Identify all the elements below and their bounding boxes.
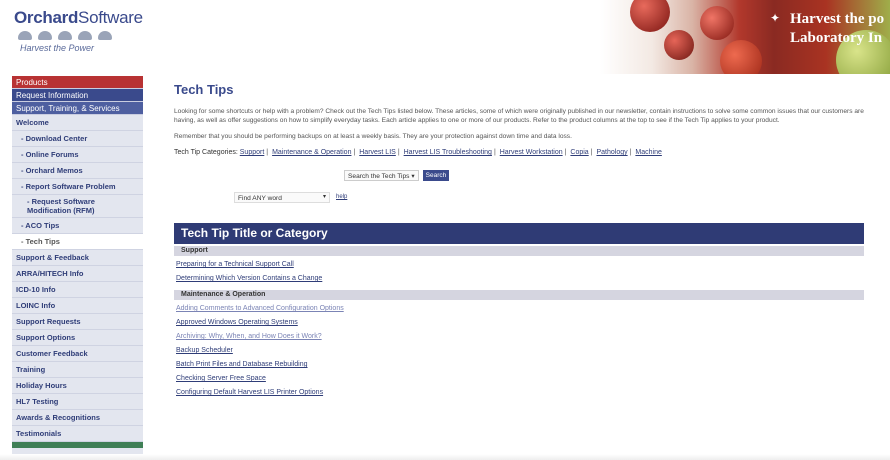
nav-support-feedback[interactable]: Support & Feedback <box>12 250 143 266</box>
search-scope-value: Search the Tech Tips <box>348 173 410 180</box>
chevron-down-icon: ▾ <box>411 173 415 180</box>
nav-request-information[interactable]: Request Information <box>12 89 143 102</box>
nav-products[interactable]: Products <box>12 76 143 89</box>
nav-awards-recognitions[interactable]: Awards & Recognitions <box>12 410 143 426</box>
nav-loinc-info[interactable]: LOINC Info <box>12 298 143 314</box>
left-navigation: Products Request Information Support, Tr… <box>12 76 143 460</box>
nav-welcome[interactable]: Welcome <box>12 115 143 131</box>
nav-partial-item <box>12 442 143 448</box>
nav-request-software-modification[interactable]: - Request Software Modification (RFM) <box>12 195 143 218</box>
nav-testimonials[interactable]: Testimonials <box>12 426 143 442</box>
banner-line-1: Harvest the po <box>790 11 885 27</box>
chevron-down-icon: ▾ <box>322 193 326 200</box>
category-link-copia[interactable]: Copia <box>570 149 588 156</box>
nav-download-center[interactable]: - Download Center <box>12 131 143 147</box>
search-button[interactable]: Search <box>422 170 450 181</box>
page-bottom-edge <box>0 454 890 460</box>
orchard-logo[interactable]: OrchardSoftware Harvest the Power <box>14 8 154 68</box>
nav-holiday-hours[interactable]: Holiday Hours <box>12 378 143 394</box>
tip-link[interactable]: Backup Scheduler <box>174 346 864 360</box>
nav-hl7-testing[interactable]: HL7 Testing <box>12 394 143 410</box>
logo-name-light: Software <box>78 8 143 27</box>
category-link-harvest-workstation[interactable]: Harvest Workstation <box>500 149 563 156</box>
category-link-support[interactable]: Support <box>240 149 265 156</box>
intro-paragraph: Looking for some shortcuts or help with … <box>174 108 864 124</box>
banner-headline: Harvest the po Laboratory In <box>790 10 884 48</box>
logo-wordmark: OrchardSoftware <box>14 8 154 28</box>
category-links: Tech Tip Categories: Support | Maintenanc… <box>174 149 662 156</box>
category-link-pathology[interactable]: Pathology <box>596 149 627 156</box>
apple-shape <box>720 40 762 74</box>
logo-tagline: Harvest the Power <box>20 43 95 53</box>
nav-support-options[interactable]: Support Options <box>12 330 143 346</box>
nav-customer-feedback[interactable]: Customer Feedback <box>12 346 143 362</box>
search-row: Search the Tech Tips ▾ Search <box>344 169 868 182</box>
find-mode-value: Find ANY word <box>238 194 282 202</box>
nav-support-training-services[interactable]: Support, Training, & Services <box>12 102 143 115</box>
site-header: OrchardSoftware Harvest the Power ✦ Harv… <box>0 0 890 74</box>
nav-report-software-problem[interactable]: - Report Software Problem <box>12 179 143 195</box>
category-link-lis-troubleshooting[interactable]: Harvest LIS Troubleshooting <box>404 149 492 156</box>
nav-aco-tips[interactable]: - ACO Tips <box>12 218 143 234</box>
cherry-shape <box>664 30 694 60</box>
search-scope-select[interactable]: Search the Tech Tips ▾ <box>344 170 419 181</box>
tip-link[interactable]: Adding Comments to Advanced Configuratio… <box>174 304 864 318</box>
logo-name-bold: Orchard <box>14 8 79 27</box>
category-link-harvest-lis[interactable]: Harvest LIS <box>359 149 396 156</box>
backup-reminder: Remember that you should be performing b… <box>174 133 572 140</box>
flower-icon: ✦ <box>770 11 781 25</box>
banner-line-2: Laboratory In <box>790 30 883 46</box>
categories-label: Tech Tip Categories: <box>174 149 238 156</box>
category-link-machine[interactable]: Machine <box>635 149 661 156</box>
find-mode-select[interactable]: Find ANY word ▾ <box>234 191 330 203</box>
nav-tech-tips[interactable]: - Tech Tips <box>12 234 143 250</box>
page-title: Tech Tips <box>174 82 234 97</box>
tip-link[interactable]: Preparing for a Technical Support Call <box>174 260 864 274</box>
logo-people-icon <box>18 31 154 40</box>
category-row-maintenance: Maintenance & Operation <box>174 290 864 300</box>
nav-arra-hitech-info[interactable]: ARRA/HITECH Info <box>12 266 143 282</box>
tip-link[interactable]: Checking Server Free Space <box>174 374 864 388</box>
tip-link[interactable]: Approved Windows Operating Systems <box>174 318 864 332</box>
cherry-shape <box>700 6 734 40</box>
fruit-banner: ✦ Harvest the po Laboratory In <box>600 0 890 74</box>
tip-link[interactable]: Determining Which Version Contains a Cha… <box>174 274 864 288</box>
nav-icd10-info[interactable]: ICD-10 Info <box>12 282 143 298</box>
nav-orchard-memos[interactable]: - Orchard Memos <box>12 163 143 179</box>
cherry-shape <box>630 0 670 32</box>
tip-link[interactable]: Batch Print Files and Database Rebuildin… <box>174 360 864 374</box>
tip-link[interactable]: Archiving: Why, When, and How Does it Wo… <box>174 332 864 346</box>
find-row: Find ANY word ▾ help <box>234 191 868 203</box>
category-link-maintenance[interactable]: Maintenance & Operation <box>272 149 351 156</box>
nav-online-forums[interactable]: - Online Forums <box>12 147 143 163</box>
table-header: Tech Tip Title or Category <box>174 223 864 244</box>
category-row-support: Support <box>174 246 864 256</box>
nav-training[interactable]: Training <box>12 362 143 378</box>
nav-support-requests[interactable]: Support Requests <box>12 314 143 330</box>
tip-link[interactable]: Configuring Default Harvest LIS Printer … <box>174 388 864 402</box>
help-link[interactable]: help <box>336 194 347 200</box>
main-content: Tech Tips Looking for some shortcuts or … <box>174 82 868 460</box>
tech-tips-table: Tech Tip Title or Category Support Prepa… <box>174 223 864 402</box>
